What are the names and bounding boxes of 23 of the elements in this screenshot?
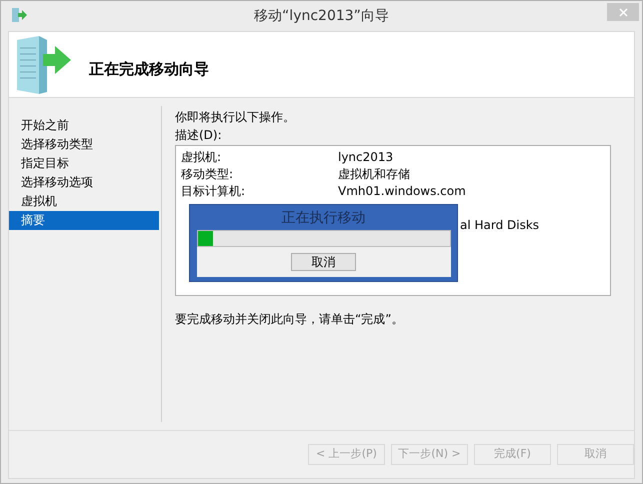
sidebar-item[interactable]: 虚拟机 bbox=[9, 192, 159, 211]
description-label: 描述(D): bbox=[175, 127, 223, 144]
summary-value: Vmh01.windows.com bbox=[338, 183, 466, 200]
summary-label: 移动类型: bbox=[181, 166, 234, 183]
window-title: 移动“lync2013”向导 bbox=[254, 6, 389, 26]
sidebar-item[interactable]: 开始之前 bbox=[9, 116, 159, 135]
sidebar-item[interactable]: 指定目标 bbox=[9, 154, 159, 173]
sidebar-item[interactable]: 选择移动类型 bbox=[9, 135, 159, 154]
wizard-icon bbox=[11, 7, 27, 23]
intro-text: 你即将执行以下操作。 bbox=[175, 109, 296, 126]
close-button[interactable] bbox=[607, 3, 639, 21]
summary-value: al Hard Disks bbox=[460, 217, 540, 234]
summary-label: 虚拟机: bbox=[181, 149, 222, 166]
sidebar-item[interactable]: 摘要 bbox=[9, 211, 159, 230]
summary-value: lync2013 bbox=[338, 149, 394, 166]
footer-note: 要完成移动并关闭此向导，请单击“完成”。 bbox=[175, 311, 404, 328]
header-title: 正在完成移动向导 bbox=[89, 59, 209, 80]
sidebar-item[interactable]: 选择移动选项 bbox=[9, 173, 159, 192]
cancel-button[interactable]: 取消 bbox=[291, 253, 356, 271]
close-icon bbox=[618, 8, 628, 16]
dialog-title: 正在执行移动 bbox=[282, 209, 366, 228]
summary-label: 目标计算机: bbox=[181, 183, 246, 200]
summary-value: 虚拟机和存储 bbox=[338, 166, 410, 183]
